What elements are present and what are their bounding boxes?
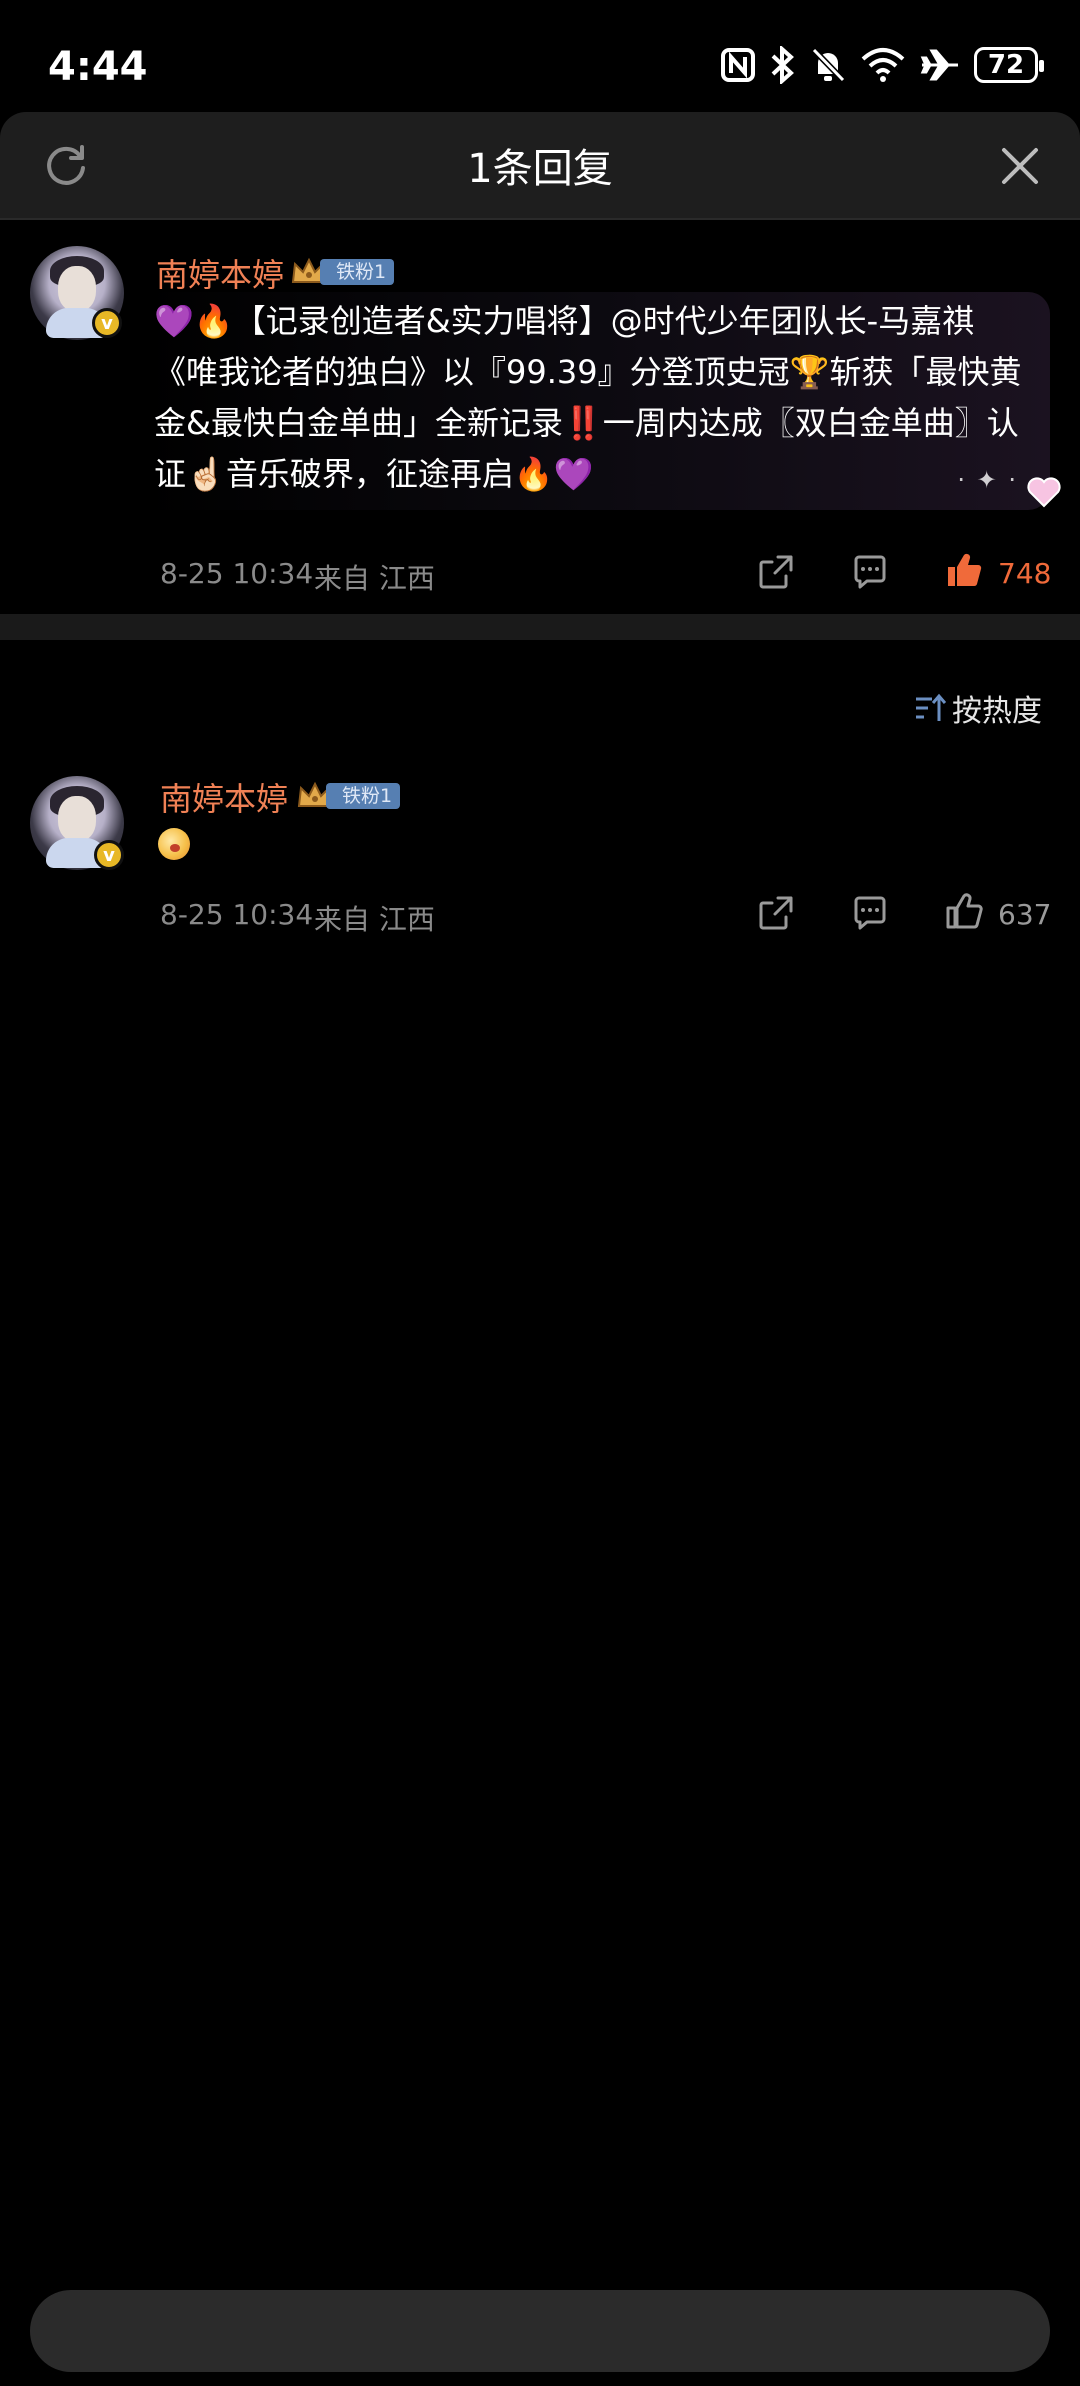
like-count: 748	[998, 557, 1052, 590]
fan-badge: 铁粉1	[320, 259, 395, 285]
comment-icon[interactable]	[850, 552, 890, 592]
sort-by-heat-toggle[interactable]: 按热度	[914, 686, 1042, 730]
battery-icon: 72	[974, 47, 1044, 83]
bluetooth-icon	[771, 46, 794, 84]
verified-badge-icon: v	[92, 308, 122, 338]
sticker-emoji-icon	[158, 828, 190, 860]
sort-icon	[916, 693, 946, 721]
comment-text: 💜🔥【记录创造者&实力唱将】@时代少年团队长-马嘉祺《唯我论者的独白》以『99.…	[154, 302, 1022, 493]
like-count: 637	[998, 898, 1052, 931]
reply-input-field[interactable]	[30, 2290, 1050, 2372]
close-icon[interactable]	[996, 142, 1044, 190]
verified-badge-icon: v	[94, 840, 124, 870]
like-icon[interactable]	[944, 891, 984, 931]
airplane-icon	[920, 49, 958, 81]
reply-username[interactable]: 南婷本婷	[160, 774, 288, 820]
wifi-icon	[861, 48, 905, 82]
status-icons: 72	[720, 46, 1044, 84]
comment-icon[interactable]	[850, 893, 890, 933]
status-time: 4:44	[48, 44, 148, 90]
reply-sheet-header: 1条回复	[0, 112, 1080, 220]
header-title: 1条回复	[467, 146, 613, 192]
sort-label: 按热度	[952, 694, 1042, 729]
section-divider	[0, 614, 1080, 640]
status-bar: 4:44 72	[0, 0, 1080, 112]
reply-timestamp: 8-25 10:34	[160, 898, 314, 931]
reply-location: 来自 江西	[314, 903, 435, 936]
sparkle-decoration: · ✦ ·	[957, 466, 1018, 494]
fan-badge: 铁粉1	[326, 783, 401, 809]
share-icon[interactable]	[756, 552, 796, 592]
comment-timestamp: 8-25 10:34	[160, 557, 314, 590]
nfc-icon	[721, 48, 755, 82]
heart-decoration-icon	[1027, 477, 1061, 508]
mute-bell-icon	[811, 47, 846, 83]
like-icon[interactable]	[944, 550, 984, 590]
share-icon[interactable]	[756, 893, 796, 933]
comment-location: 来自 江西	[314, 562, 435, 595]
comment-username[interactable]: 南婷本婷	[156, 250, 284, 296]
